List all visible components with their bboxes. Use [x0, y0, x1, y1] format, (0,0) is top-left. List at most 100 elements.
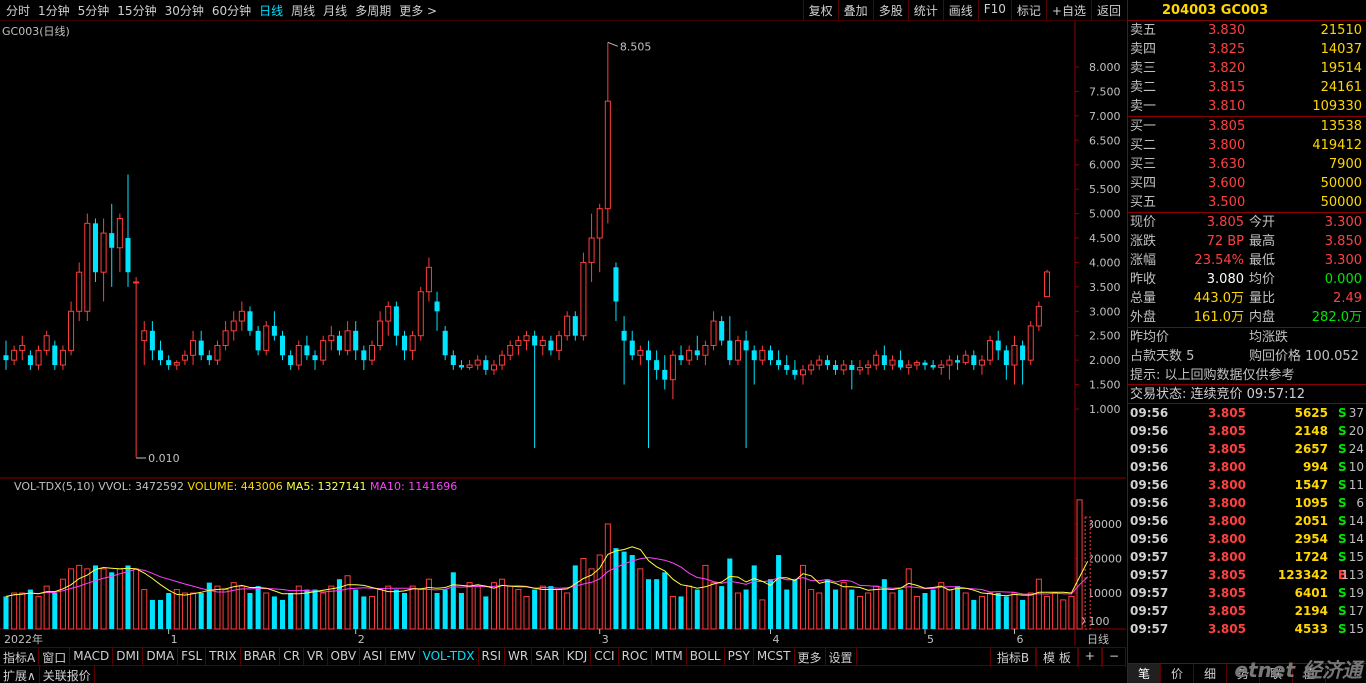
tick-list[interactable]: 09:56 3.805 5625 S 37 09:56 3.805 2148 S 20 09:56 3…: [1128, 404, 1366, 638]
candle-body: [792, 369, 798, 375]
tool-button[interactable]: 统计: [907, 0, 943, 21]
quote-tab[interactable]: 笔: [1128, 664, 1162, 683]
volume-bar: [784, 589, 790, 629]
candle-body: [166, 360, 172, 366]
indicator-tab[interactable]: 指标A: [0, 648, 40, 665]
indicator-tab[interactable]: 设置: [826, 648, 857, 665]
candle-body: [588, 237, 595, 263]
volume-bar: [955, 586, 961, 629]
indicator-tab[interactable]: FSL: [178, 648, 207, 665]
tool-button[interactable]: 返回: [1090, 0, 1126, 21]
volume-bar: [637, 568, 644, 630]
repo-info-row-1: 昨均价 均涨跌: [1128, 328, 1366, 347]
bottom-tab[interactable]: 扩展∧: [0, 666, 40, 683]
volume-bar: [304, 589, 310, 629]
stat-label: 总量: [1130, 291, 1157, 306]
volume-bar: [1052, 592, 1059, 630]
volume-bar: [889, 592, 896, 630]
indicator-tab[interactable]: SAR: [532, 648, 564, 665]
period-tab[interactable]: 周线: [287, 2, 319, 19]
kline-chart-svg: 8.000 7.500 7.000 6.500 6.000 5.500 5.000 4.500…: [0, 21, 1126, 646]
stat-value: 282.0万: [1311, 310, 1362, 325]
quote-tab[interactable]: 价: [1161, 664, 1195, 683]
volume-bar: [995, 593, 1001, 629]
ob-label: 买四: [1130, 176, 1157, 191]
indicator-tab[interactable]: CR: [280, 648, 304, 665]
tick-volume: 2194: [1294, 604, 1328, 618]
indicator-tab[interactable]: MTM: [652, 648, 687, 665]
indicator-tab[interactable]: BRAR: [241, 648, 281, 665]
candle-body: [856, 366, 863, 371]
tick-price: 3.800: [1208, 478, 1246, 492]
indicator-tab[interactable]: ROC: [619, 648, 652, 665]
tick-row: 09:56 3.805 2657 S 24: [1128, 440, 1366, 458]
indicator-tab[interactable]: TRIX: [206, 648, 241, 665]
tool-button[interactable]: F10: [977, 0, 1011, 21]
candle-body: [263, 325, 270, 351]
indicator-tab[interactable]: DMA: [143, 648, 179, 665]
tick-row: 09:56 3.800 2051 S 14: [1128, 512, 1366, 530]
volume-bar: [247, 593, 253, 629]
candle-body: [27, 355, 33, 366]
period-tab[interactable]: 1分钟: [34, 2, 74, 19]
indicator-tab[interactable]: VR: [304, 648, 328, 665]
period-tab[interactable]: 15分钟: [113, 2, 160, 19]
tick-side: S: [1338, 586, 1347, 600]
indicator-tab[interactable]: ASI: [360, 648, 387, 665]
indicator-tab[interactable]: KDJ: [564, 648, 592, 665]
period-tab[interactable]: 分时: [2, 2, 34, 19]
tool-button[interactable]: 复权: [802, 0, 838, 21]
indicator-tab[interactable]: OBV: [328, 648, 361, 665]
tick-price: 3.805: [1208, 604, 1246, 618]
period-tab[interactable]: 30分钟: [161, 2, 208, 19]
tick-time: 09:56: [1130, 460, 1169, 474]
indicator-tab[interactable]: 窗口: [39, 648, 71, 665]
kline-chart[interactable]: 8.000 7.500 7.000 6.500 6.000 5.500 5.000 4.500…: [0, 21, 1126, 646]
period-tab[interactable]: 月线: [319, 2, 351, 19]
period-tab[interactable]: 多周期: [351, 2, 395, 19]
indicator-tab[interactable]: RSI: [479, 648, 506, 665]
period-tab[interactable]: 60分钟: [208, 2, 255, 19]
volume-bar: [279, 599, 286, 629]
candle-body: [450, 355, 456, 366]
tick-side: S: [1338, 622, 1347, 636]
buys-row: 买三 3.630 7900: [1128, 155, 1366, 174]
indicator-tab[interactable]: CCI: [591, 648, 619, 665]
indicator-tab[interactable]: VOL-TDX: [420, 648, 479, 665]
indicator-tab[interactable]: MCST: [754, 648, 795, 665]
period-tab[interactable]: 5分钟: [74, 2, 114, 19]
volume-bar: [572, 565, 578, 629]
candle-body: [905, 364, 912, 368]
tool-button[interactable]: 叠加: [837, 0, 873, 21]
bottom-tab[interactable]: 关联报价: [40, 666, 95, 683]
indicator-tab[interactable]: MACD: [70, 648, 114, 665]
candle-body: [873, 354, 880, 366]
ob-price: 3.500: [1208, 195, 1246, 210]
indicator-tab[interactable]: BOLL: [687, 648, 725, 665]
indicator-tab[interactable]: 更多: [795, 648, 826, 665]
tool-button[interactable]: +自选: [1045, 0, 1091, 21]
candle-body: [971, 355, 977, 366]
candle-body: [377, 320, 384, 346]
volume-bar: [35, 595, 42, 630]
period-tab[interactable]: 日线: [255, 2, 287, 19]
tick-count: 14: [1348, 514, 1364, 528]
candle-body: [840, 364, 847, 371]
volume-bar: [141, 589, 148, 630]
indicator-tab[interactable]: PSY: [725, 648, 754, 665]
tool-button[interactable]: 画线: [942, 0, 978, 21]
quote-tab[interactable]: 细: [1194, 664, 1228, 683]
period-tab[interactable]: 更多 >: [395, 2, 441, 19]
indicator-tab[interactable]: EMV: [386, 648, 420, 665]
candle-body: [930, 365, 936, 368]
indicator-tab[interactable]: DMI: [113, 648, 144, 665]
y-tick-label: 4.000: [1089, 256, 1121, 269]
tick-price: 3.805: [1208, 586, 1246, 600]
tool-button[interactable]: 多股: [872, 0, 908, 21]
indicator-tab[interactable]: WR: [505, 648, 533, 665]
candle-body: [35, 349, 42, 366]
tick-price: 3.805: [1208, 442, 1246, 456]
quote-title: 204003 GC003: [1128, 0, 1366, 21]
stat-row: 涨幅 23.54% 最低 3.300: [1128, 251, 1366, 270]
tool-button[interactable]: 标记: [1010, 0, 1046, 21]
